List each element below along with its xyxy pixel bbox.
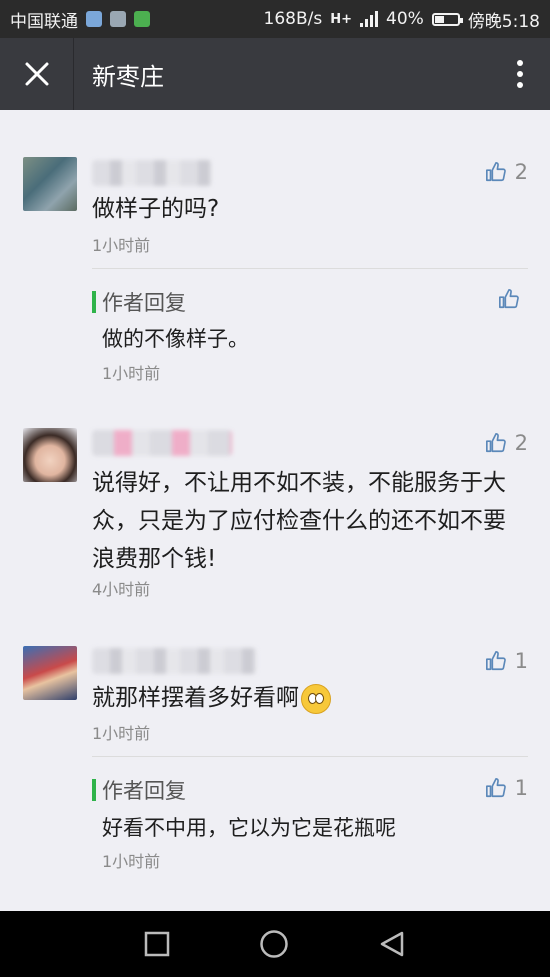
- like-count: 2: [514, 160, 528, 184]
- comment-time: 1小时前: [92, 236, 151, 255]
- battery-icon: [431, 12, 463, 26]
- comment-time: 4小时前: [92, 580, 151, 599]
- more-options-button[interactable]: [490, 38, 550, 110]
- thumbs-up-icon: [485, 778, 506, 798]
- clock: 傍晚5:18: [467, 11, 540, 32]
- commenter-name-blurred: [92, 648, 257, 674]
- more-vertical-icon: [517, 60, 523, 88]
- avatar[interactable]: [23, 646, 77, 700]
- like-button[interactable]: 1: [485, 649, 528, 673]
- reply-like-button[interactable]: 1: [485, 776, 528, 800]
- surprised-face-emoji: [301, 683, 331, 714]
- author-reply-label: 作者回复: [92, 775, 186, 805]
- close-button[interactable]: [0, 38, 74, 110]
- network-type: H+: [330, 11, 353, 27]
- like-count: 2: [514, 431, 528, 455]
- commenter-name-blurred: [92, 430, 232, 456]
- thumbs-up-icon: [485, 433, 506, 453]
- reply-label-text: 作者回复: [102, 291, 186, 315]
- recent-apps-button[interactable]: [144, 931, 170, 957]
- divider: [92, 268, 528, 269]
- thumbs-up-icon: [499, 289, 519, 309]
- app-notification-icon: [86, 11, 102, 27]
- reply-time: 1小时前: [102, 364, 161, 383]
- avatar[interactable]: [23, 157, 77, 211]
- reply-like-button[interactable]: [498, 288, 528, 310]
- like-button[interactable]: 2: [485, 431, 528, 455]
- divider: [92, 756, 528, 757]
- comment-time: 1小时前: [92, 724, 151, 743]
- avatar[interactable]: [23, 428, 77, 482]
- close-icon: [25, 62, 48, 86]
- commenter-name-blurred: [92, 160, 212, 186]
- image-notification-icon: [110, 11, 126, 27]
- author-reply-label: 作者回复: [92, 287, 186, 317]
- home-button[interactable]: [259, 929, 289, 959]
- status-bar: 中国联通 168B/s H+ 40% 傍晚5:18: [0, 0, 550, 38]
- like-count: 1: [514, 649, 528, 673]
- reply-text: 做的不像样子。: [102, 327, 249, 351]
- comment-text: 做样子的吗?: [92, 196, 220, 222]
- wechat-notification-icon: [134, 11, 150, 27]
- title-bar: 新枣庄: [0, 38, 550, 110]
- carrier-name: 中国联通: [10, 11, 78, 32]
- reply-text: 好看不中用，它以为它是花瓶呢: [102, 816, 396, 840]
- navigation-bar: [0, 911, 550, 977]
- comment-text: 就那样摆着多好看啊: [92, 682, 522, 714]
- network-speed: 168B/s: [263, 9, 323, 29]
- reply-marker: [92, 291, 96, 313]
- comment-text-content: 就那样摆着多好看啊: [92, 685, 299, 711]
- like-button[interactable]: 2: [485, 160, 528, 184]
- comment-text: 说得好，不让用不如不装，不能服务于大众，只是为了应付检查什么的还不如不要浪费那个…: [92, 470, 506, 572]
- reply-marker: [92, 779, 96, 801]
- back-button[interactable]: [378, 930, 406, 958]
- reply-label-text: 作者回复: [102, 779, 186, 803]
- battery-percent: 40%: [386, 9, 424, 29]
- reply-time: 1小时前: [102, 852, 161, 871]
- thumbs-up-icon: [485, 651, 506, 671]
- page-title: 新枣庄: [92, 62, 164, 91]
- signal-icon: [360, 11, 379, 27]
- thumbs-up-icon: [485, 162, 506, 182]
- like-count: 1: [514, 776, 528, 800]
